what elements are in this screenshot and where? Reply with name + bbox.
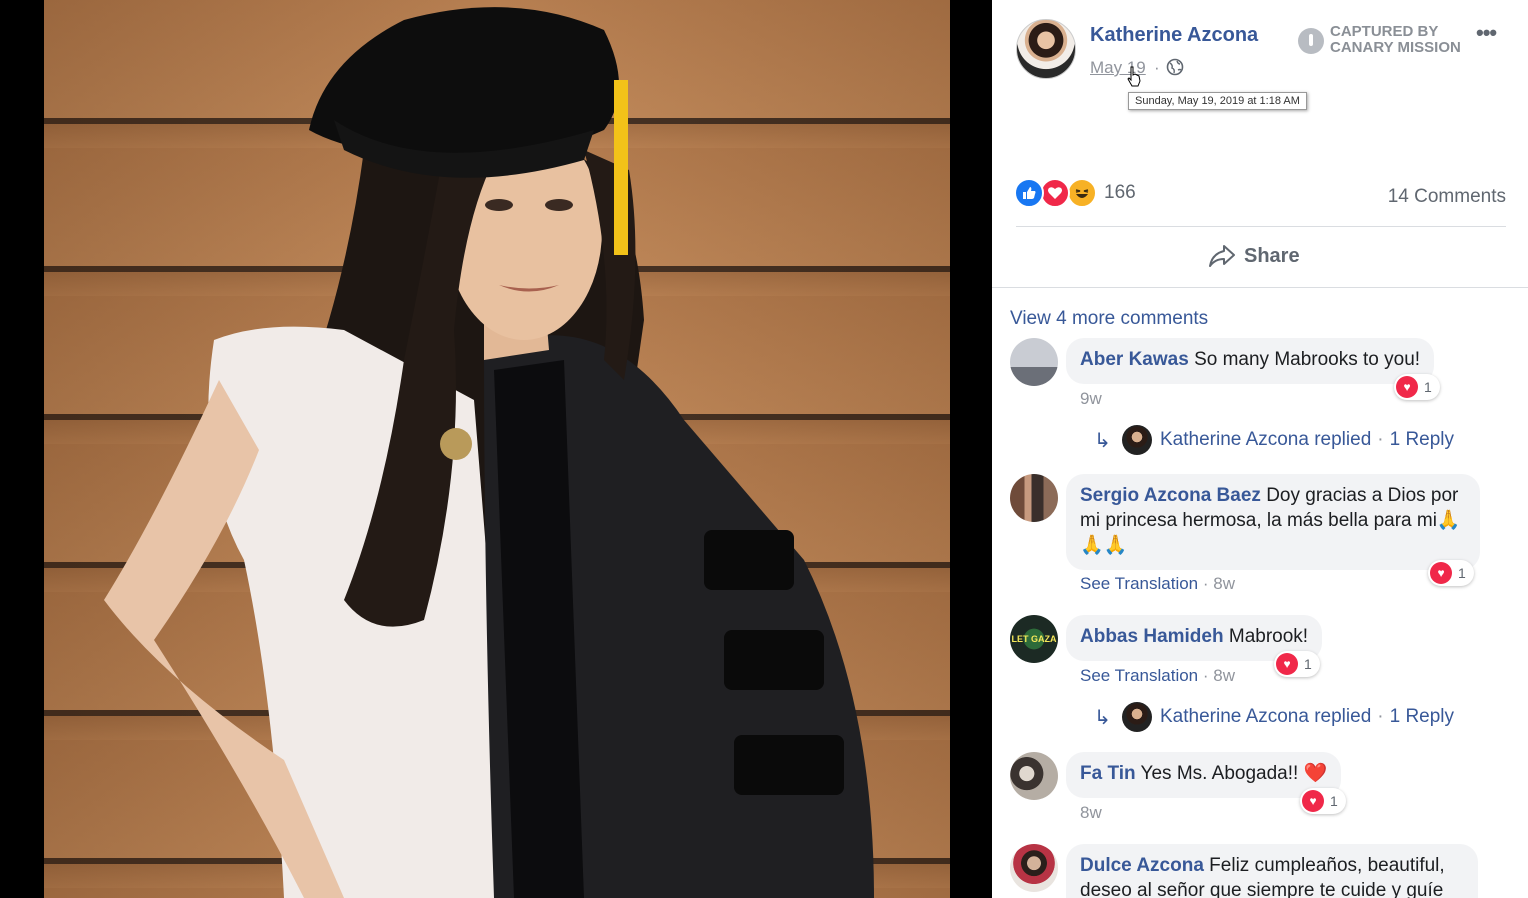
love-icon: ♥ [1430, 562, 1452, 584]
love-icon: ♥ [1276, 653, 1298, 675]
reply-row[interactable]: ↳ Katherine Azcona replied · 1 Reply [1094, 701, 1454, 733]
comment-reaction-badge[interactable]: ♥ 1 [1300, 788, 1346, 814]
reply-label: Katherine Azcona replied [1160, 429, 1372, 450]
reply-label: Katherine Azcona replied [1160, 706, 1372, 727]
reply-avatar [1122, 425, 1152, 455]
watermark-line1: CAPTURED BY [1330, 23, 1439, 40]
share-icon [1209, 245, 1235, 267]
comment-item: Sergio Azcona Baez Doy gracias a Dios po… [1010, 474, 1510, 602]
comment-bubble: Fa Tin Yes Ms. Abogada!! ❤️ [1066, 752, 1342, 798]
author-avatar[interactable] [1016, 19, 1076, 79]
comment-text: Mabrook! [1228, 626, 1309, 647]
comment-time[interactable]: · 8w [1203, 666, 1235, 685]
love-icon: ♥ [1302, 790, 1324, 812]
section-divider [992, 287, 1528, 288]
comment-item: LET GAZA Abbas Hamideh Mabrook! ♥ 1 See … [1010, 615, 1510, 695]
date-tooltip: Sunday, May 19, 2019 at 1:18 AM [1128, 92, 1307, 110]
commenter-avatar[interactable]: LET GAZA [1010, 615, 1058, 663]
like-icon [1014, 178, 1044, 208]
more-options-icon[interactable]: ••• [1476, 22, 1506, 46]
globe-icon[interactable] [1166, 58, 1184, 76]
post-sidebar: Katherine Azcona May 19 · Sunday, May 19… [992, 0, 1528, 898]
reaction-count[interactable]: 166 [1104, 182, 1136, 204]
watermark: CAPTURED BY CANARY MISSION [1298, 24, 1468, 60]
comment-reaction-count: 1 [1458, 565, 1466, 581]
reply-separator: · [1377, 429, 1384, 450]
comment-reaction-badge[interactable]: ♥ 1 [1274, 651, 1320, 677]
comment-text: So many Mabrooks to you! [1194, 349, 1421, 370]
reply-row[interactable]: ↳ Katherine Azcona replied · 1 Reply [1094, 424, 1454, 456]
comment-bubble: Aber Kawas So many Mabrooks to you! [1066, 338, 1435, 384]
comment-author[interactable]: Abbas Hamideh [1080, 626, 1224, 647]
divider [1016, 226, 1506, 227]
post-header: Katherine Azcona May 19 · Sunday, May 19… [992, 0, 1528, 140]
love-icon: ♥ [1396, 376, 1418, 398]
comment-item: Fa Tin Yes Ms. Abogada!! ❤️ ♥ 1 8w [1010, 752, 1510, 832]
comment-reaction-badge[interactable]: ♥ 1 [1394, 374, 1440, 400]
watermark-line2: CANARY MISSION [1330, 39, 1461, 56]
meta-separator: · [1154, 58, 1160, 77]
comment-item: Dulce Azcona Feliz cumpleaños, beautiful… [1010, 844, 1510, 898]
comment-bubble: Dulce Azcona Feliz cumpleaños, beautiful… [1066, 844, 1478, 898]
share-button[interactable]: Share [1208, 240, 1318, 272]
haha-icon [1067, 178, 1097, 208]
share-label: Share [1244, 244, 1300, 267]
commenter-avatar[interactable] [1010, 474, 1058, 522]
comment-count[interactable]: 14 Comments [1388, 186, 1506, 208]
comment-time[interactable]: · 8w [1203, 574, 1235, 593]
comment-author[interactable]: Fa Tin [1080, 763, 1136, 784]
commenter-avatar[interactable] [1010, 752, 1058, 800]
comment-time[interactable]: 8w [1080, 803, 1102, 823]
comment-meta: See Translation · 8w [1080, 666, 1235, 686]
see-translation-link[interactable]: See Translation [1080, 574, 1198, 593]
reply-count: 1 Reply [1389, 706, 1455, 727]
comment-author[interactable]: Aber Kawas [1080, 349, 1189, 370]
avatar-sign-text: LET GAZA [1011, 633, 1057, 644]
comment-text: Yes Ms. Abogada!! ❤️ [1140, 763, 1328, 784]
comment-bubble: Sergio Azcona Baez Doy gracias a Dios po… [1066, 474, 1480, 570]
see-translation-link[interactable]: See Translation [1080, 666, 1198, 685]
comment-time[interactable]: 9w [1080, 389, 1102, 409]
commenter-avatar[interactable] [1010, 338, 1058, 386]
reply-avatar [1122, 702, 1152, 732]
reply-count: 1 Reply [1389, 429, 1455, 450]
comment-reaction-count: 1 [1330, 793, 1338, 809]
reply-arrow-icon: ↳ [1094, 706, 1111, 729]
graduate-figure [104, 7, 874, 898]
watermark-text: CAPTURED BY CANARY MISSION [1330, 24, 1461, 56]
cursor-hand-icon [1127, 66, 1141, 87]
comment-author[interactable]: Sergio Azcona Baez [1080, 485, 1261, 506]
reply-separator: · [1377, 706, 1384, 727]
comment-item: Aber Kawas So many Mabrooks to you! ♥ 1 … [1010, 338, 1510, 418]
canary-logo-icon [1298, 28, 1324, 54]
comment-reaction-count: 1 [1304, 656, 1312, 672]
comment-author[interactable]: Dulce Azcona [1080, 855, 1204, 876]
view-more-comments-link[interactable]: View 4 more comments [1010, 308, 1208, 330]
photo-viewer [0, 0, 992, 898]
author-name[interactable]: Katherine Azcona [1090, 24, 1258, 47]
comment-reaction-count: 1 [1424, 379, 1432, 395]
post-photo[interactable] [44, 0, 950, 898]
commenter-avatar[interactable] [1010, 844, 1058, 892]
comment-meta: See Translation · 8w [1080, 574, 1235, 594]
reply-arrow-icon: ↳ [1094, 429, 1111, 452]
love-icon [1040, 178, 1070, 208]
comment-reaction-badge[interactable]: ♥ 1 [1428, 560, 1474, 586]
